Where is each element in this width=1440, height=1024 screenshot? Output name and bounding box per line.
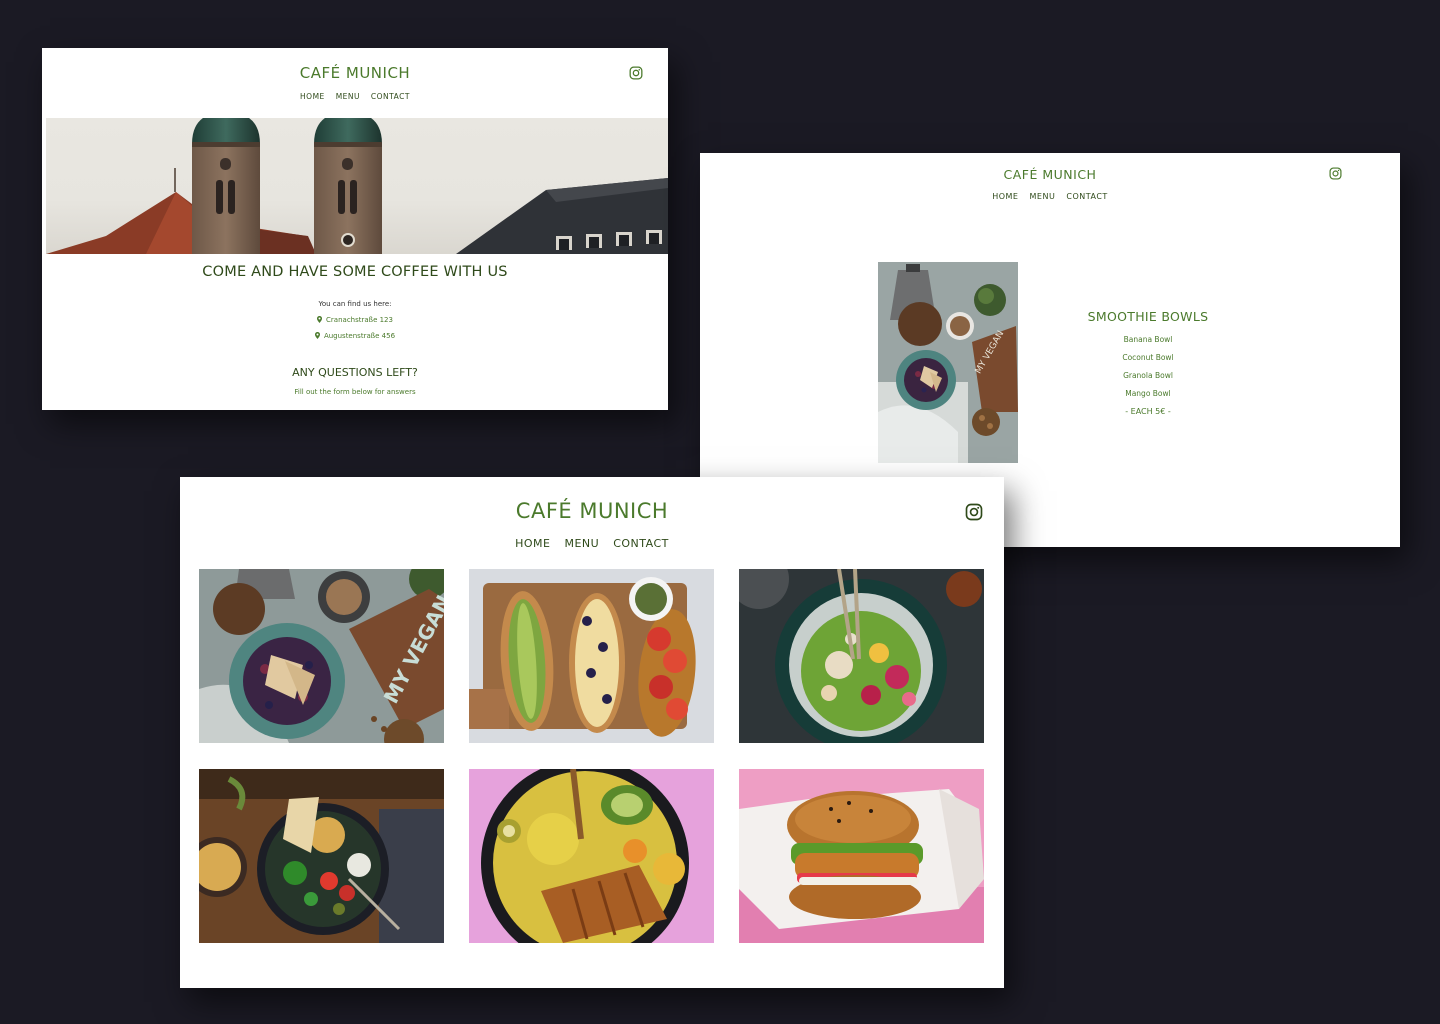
site-logo[interactable]: CAFÉ MUNICH — [700, 167, 1400, 182]
nav-home[interactable]: HOME — [300, 92, 325, 101]
gallery-photo-chickpea-bowl[interactable] — [199, 769, 444, 943]
find-us-label: You can find us here: — [318, 300, 392, 308]
instagram-icon[interactable] — [629, 66, 643, 80]
menu-item-granola-bowl: Granola Bowl — [1123, 371, 1173, 380]
hero-image-frauenkirche — [46, 118, 668, 254]
smoothie-bowl-photo: MY VEGAN — [878, 262, 1018, 463]
home-heading: COME AND HAVE SOME COFFEE WITH US — [202, 264, 508, 280]
gallery-photo-burger[interactable] — [739, 769, 984, 943]
nav-contact[interactable]: CONTACT — [1066, 192, 1107, 201]
address-1[interactable]: Cranachstraße 123 — [42, 316, 668, 324]
questions-heading: ANY QUESTIONS LEFT? — [292, 366, 418, 379]
site-logo[interactable]: CAFÉ MUNICH — [42, 64, 668, 82]
gallery-photo-schnitzel-pan[interactable] — [469, 769, 714, 943]
location-pin-icon — [314, 332, 320, 339]
nav-home[interactable]: HOME — [515, 537, 550, 550]
nav-menu[interactable]: MENU — [1030, 192, 1056, 201]
menu-item-banana-bowl: Banana Bowl — [1123, 335, 1173, 344]
menu-section-title: SMOOTHIE BOWLS — [1087, 309, 1209, 324]
address-2-text: Augustenstraße 456 — [323, 332, 396, 340]
nav-contact[interactable]: CONTACT — [613, 537, 669, 550]
gallery-page-screenshot: CAFÉ MUNICH HOME MENU CONTACT MY VEGAN — [180, 477, 1004, 988]
menu-item-mango-bowl: Mango Bowl — [1125, 389, 1171, 398]
location-pin-icon — [317, 316, 323, 323]
address-1-text: Cranachstraße 123 — [326, 316, 393, 324]
address-2[interactable]: Augustenstraße 456 — [42, 332, 668, 340]
nav-menu[interactable]: MENU — [564, 537, 599, 550]
nav-menu[interactable]: MENU — [336, 92, 360, 101]
home-page-screenshot: CAFÉ MUNICH HOME MENU CONTACT COME AND H… — [42, 48, 668, 410]
main-nav: HOME MENU CONTACT — [42, 92, 668, 101]
menu-price-note: - EACH 5€ - — [1125, 407, 1171, 416]
nav-home[interactable]: HOME — [992, 192, 1018, 201]
main-nav: HOME MENU CONTACT — [700, 192, 1400, 201]
main-nav: HOME MENU CONTACT — [180, 537, 1004, 550]
gallery-photo-salad-bowl[interactable] — [739, 569, 984, 743]
form-hint: Fill out the form below for answers — [294, 388, 416, 396]
nav-contact[interactable]: CONTACT — [371, 92, 410, 101]
smoothie-bowls-menu: SMOOTHIE BOWLS Banana Bowl Coconut Bowl … — [1048, 309, 1248, 421]
menu-item-coconut-bowl: Coconut Bowl — [1122, 353, 1174, 362]
site-logo[interactable]: CAFÉ MUNICH — [180, 499, 1004, 523]
gallery-photo-smoothie-bowl[interactable]: MY VEGAN — [199, 569, 444, 743]
gallery-photo-avocado-toast[interactable] — [469, 569, 714, 743]
instagram-icon[interactable] — [965, 503, 983, 521]
instagram-icon[interactable] — [1329, 167, 1342, 180]
